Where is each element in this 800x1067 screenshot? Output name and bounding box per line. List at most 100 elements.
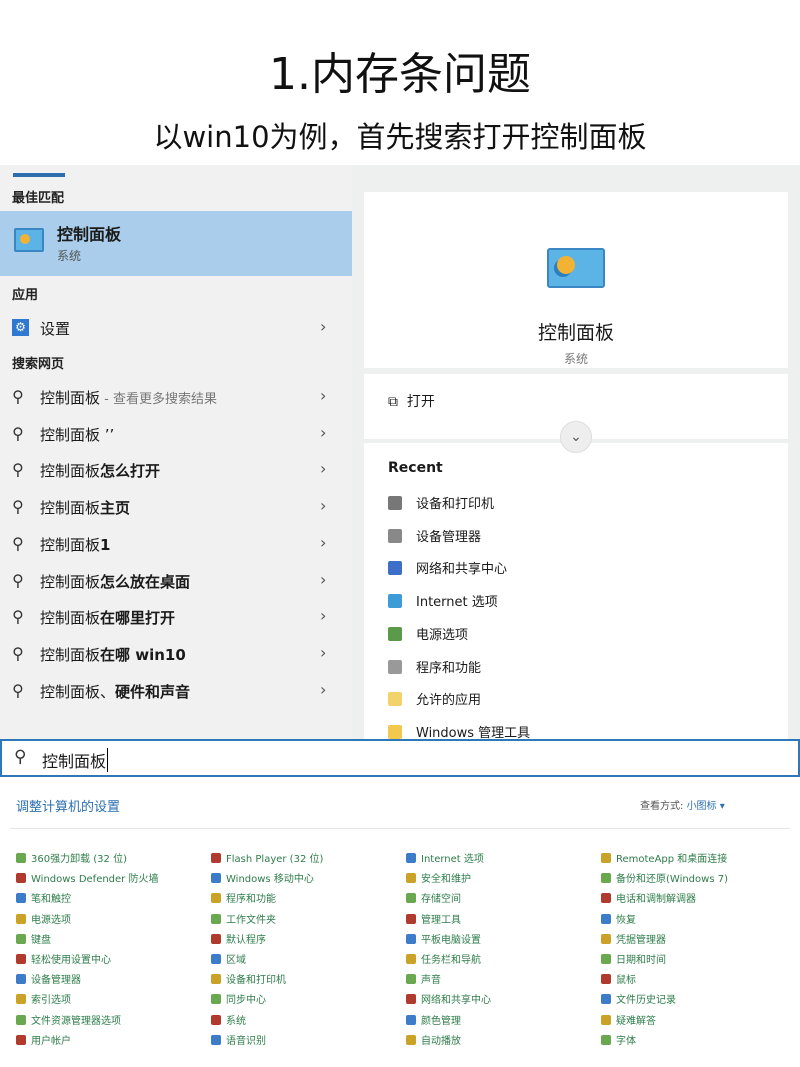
control-panel-item-label: 任务栏和导航 bbox=[421, 955, 481, 966]
chevron-right-icon[interactable]: › bbox=[320, 606, 326, 625]
control-panel-item-icon bbox=[16, 1015, 26, 1025]
chevron-right-icon[interactable]: › bbox=[320, 643, 326, 662]
web-search-result[interactable]: ⚲控制面板在哪里打开› bbox=[0, 600, 352, 634]
web-search-result[interactable]: ⚲控制面板 - 查看更多搜索结果› bbox=[0, 380, 352, 414]
search-icon: ⚲ bbox=[12, 681, 24, 700]
control-panel-item[interactable]: 电源选项 bbox=[16, 911, 71, 926]
result-text: 控制面板怎么放在桌面 bbox=[40, 571, 190, 592]
control-panel-item[interactable]: RemoteApp 和桌面连接 bbox=[601, 850, 727, 865]
view-by-dropdown[interactable]: 小图标 ▾ bbox=[687, 801, 725, 812]
recent-item[interactable]: 电源选项 bbox=[388, 624, 468, 643]
chevron-right-icon[interactable]: › bbox=[320, 680, 326, 699]
control-panel-item[interactable]: 用户帐户 bbox=[16, 1032, 71, 1047]
control-panel-item-label: 360强力卸载 (32 位) bbox=[31, 854, 127, 865]
app-settings[interactable]: ⚙ 设置 › bbox=[0, 311, 352, 345]
chevron-right-icon[interactable]: › bbox=[320, 459, 326, 478]
control-panel-item-icon bbox=[16, 914, 26, 924]
control-panel-item[interactable]: 程序和功能 bbox=[211, 890, 276, 905]
control-panel-item[interactable]: Flash Player (32 位) bbox=[211, 850, 323, 865]
control-panel-item[interactable]: 同步中心 bbox=[211, 991, 266, 1006]
control-panel-item-label: 键盘 bbox=[31, 935, 51, 946]
web-search-result[interactable]: ⚲控制面板 ’’› bbox=[0, 417, 352, 451]
web-search-result[interactable]: ⚲控制面板1› bbox=[0, 527, 352, 561]
control-panel-item[interactable]: 工作文件夹 bbox=[211, 911, 276, 926]
web-search-result[interactable]: ⚲控制面板在哪 win10› bbox=[0, 637, 352, 671]
control-panel-item[interactable]: 区域 bbox=[211, 951, 246, 966]
result-suggestion: 1 bbox=[100, 536, 110, 554]
control-panel-item-label: 安全和维护 bbox=[421, 874, 471, 885]
control-panel-item-icon bbox=[406, 994, 416, 1004]
control-panel-item[interactable]: 任务栏和导航 bbox=[406, 951, 481, 966]
control-panel-item[interactable]: 设备管理器 bbox=[16, 971, 81, 986]
expand-chevron-icon[interactable]: ⌄ bbox=[560, 421, 592, 453]
control-panel-item[interactable]: 设备和打印机 bbox=[211, 971, 286, 986]
chevron-right-icon[interactable]: › bbox=[320, 423, 326, 442]
control-panel-item[interactable]: 语音识别 bbox=[211, 1032, 266, 1047]
control-panel-item[interactable]: 管理工具 bbox=[406, 911, 461, 926]
control-panel-item[interactable]: 电话和调制解调器 bbox=[601, 890, 696, 905]
control-panel-icon bbox=[14, 228, 44, 252]
recent-item[interactable]: 程序和功能 bbox=[388, 657, 481, 676]
control-panel-item[interactable]: 平板电脑设置 bbox=[406, 931, 481, 946]
control-panel-item[interactable]: 字体 bbox=[601, 1032, 636, 1047]
control-panel-item-icon bbox=[16, 853, 26, 863]
control-panel-item[interactable]: 360强力卸载 (32 位) bbox=[16, 850, 127, 865]
control-panel-item[interactable]: Windows Defender 防火墙 bbox=[16, 870, 158, 885]
control-panel-item[interactable]: 鼠标 bbox=[601, 971, 636, 986]
control-panel-item[interactable]: 疑难解答 bbox=[601, 1012, 656, 1027]
control-panel-item-icon bbox=[601, 1015, 611, 1025]
recent-item[interactable]: 允许的应用 bbox=[388, 689, 481, 708]
search-icon: ⚲ bbox=[12, 424, 24, 443]
control-panel-item[interactable]: 系统 bbox=[211, 1012, 246, 1027]
recent-item-icon bbox=[388, 529, 402, 543]
recent-item[interactable]: 网络和共享中心 bbox=[388, 558, 507, 577]
control-panel-item-label: 存储空间 bbox=[421, 894, 461, 905]
control-panel-item[interactable]: 索引选项 bbox=[16, 991, 71, 1006]
control-panel-large-icon bbox=[547, 248, 605, 288]
best-match-label: 最佳匹配 bbox=[12, 187, 64, 206]
chevron-right-icon[interactable]: › bbox=[320, 496, 326, 515]
control-panel-item[interactable]: 自动播放 bbox=[406, 1032, 461, 1047]
control-panel-item[interactable]: 文件资源管理器选项 bbox=[16, 1012, 121, 1027]
best-match-control-panel[interactable]: 控制面板 系统 bbox=[0, 211, 352, 276]
control-panel-item[interactable]: 日期和时间 bbox=[601, 951, 666, 966]
search-query[interactable]: 控制面板 bbox=[42, 748, 108, 772]
control-panel-item[interactable]: 键盘 bbox=[16, 931, 51, 946]
control-panel-item[interactable]: 存储空间 bbox=[406, 890, 461, 905]
web-search-result[interactable]: ⚲控制面板主页› bbox=[0, 490, 352, 524]
recent-item-icon bbox=[388, 496, 402, 510]
control-panel-item[interactable]: Internet 选项 bbox=[406, 850, 484, 865]
control-panel-item[interactable]: 恢复 bbox=[601, 911, 636, 926]
chevron-right-icon[interactable]: › bbox=[320, 533, 326, 552]
control-panel-item[interactable]: 凭据管理器 bbox=[601, 931, 666, 946]
control-panel-item[interactable]: 笔和触控 bbox=[16, 890, 71, 905]
control-panel-item[interactable]: 安全和维护 bbox=[406, 870, 471, 885]
recent-item[interactable]: 设备管理器 bbox=[388, 526, 481, 545]
control-panel-item[interactable]: Windows 移动中心 bbox=[211, 870, 314, 885]
result-suggestion: 在哪 win10 bbox=[100, 646, 186, 664]
web-search-result[interactable]: ⚲控制面板、硬件和声音› bbox=[0, 674, 352, 708]
control-panel-item[interactable]: 声音 bbox=[406, 971, 441, 986]
control-panel-item-icon bbox=[601, 914, 611, 924]
control-panel-item-label: 字体 bbox=[616, 1036, 636, 1047]
control-panel-item[interactable]: 默认程序 bbox=[211, 931, 266, 946]
control-panel-item[interactable]: 文件历史记录 bbox=[601, 991, 676, 1006]
web-search-result[interactable]: ⚲控制面板怎么放在桌面› bbox=[0, 564, 352, 598]
detail-card: 控制面板 系统 bbox=[364, 192, 788, 368]
web-search-result[interactable]: ⚲控制面板怎么打开› bbox=[0, 453, 352, 487]
recent-item[interactable]: Internet 选项 bbox=[388, 591, 498, 610]
control-panel-item[interactable]: 颜色管理 bbox=[406, 1012, 461, 1027]
control-panel-item[interactable]: 网络和共享中心 bbox=[406, 991, 491, 1006]
result-prefix: 控制面板 bbox=[40, 646, 100, 664]
chevron-right-icon[interactable]: › bbox=[320, 317, 326, 336]
recent-item[interactable]: 设备和打印机 bbox=[388, 493, 494, 512]
search-input[interactable]: ⚲ 控制面板 bbox=[0, 739, 800, 777]
control-panel-item-icon bbox=[16, 994, 26, 1004]
chevron-right-icon[interactable]: › bbox=[320, 570, 326, 589]
control-panel-item[interactable]: 轻松使用设置中心 bbox=[16, 951, 111, 966]
chevron-right-icon[interactable]: › bbox=[320, 386, 326, 405]
control-panel-item-icon bbox=[601, 974, 611, 984]
search-results-list: 最佳匹配 控制面板 系统 应用 ⚙ 设置 › 搜索网页 ⚲控制面板 - 查看更多… bbox=[0, 165, 352, 740]
control-panel-item-icon bbox=[211, 974, 221, 984]
control-panel-item[interactable]: 备份和还原(Windows 7) bbox=[601, 870, 728, 885]
